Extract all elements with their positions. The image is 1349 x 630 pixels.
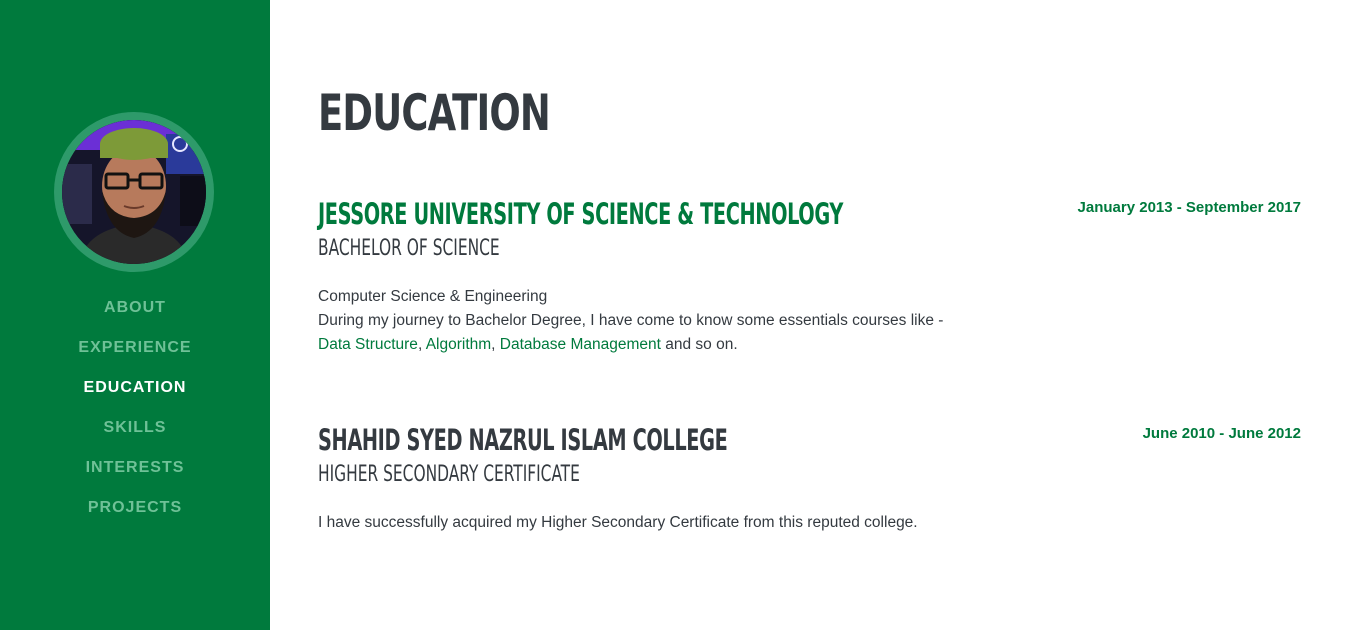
courses-suffix: and so on. xyxy=(660,336,738,353)
description-text: During my journey to Bachelor Degree, I … xyxy=(318,312,944,329)
education-entry-university: Jessore University of Science & Technolo… xyxy=(318,197,1301,357)
nav-item-about[interactable]: About xyxy=(0,296,270,336)
avatar-ring xyxy=(54,112,214,272)
degree-title: Higher Secondary Certificate xyxy=(318,462,580,487)
profile-photo-icon xyxy=(62,120,206,264)
page-title: Education xyxy=(318,84,551,142)
sidebar-nav: About Experience Education Skills Intere… xyxy=(0,296,270,536)
field-of-study: Computer Science & Engineering xyxy=(318,288,548,305)
course-link-algorithm[interactable]: Algorithm xyxy=(426,336,491,353)
institution-name: Shahid Syed Nazrul Islam College xyxy=(318,423,728,457)
course-link-database-management[interactable]: Database Management xyxy=(500,336,661,353)
nav-item-education[interactable]: Education xyxy=(0,376,270,416)
date-range: June 2010 - June 2012 xyxy=(1142,425,1301,442)
nav-item-projects[interactable]: Projects xyxy=(0,496,270,536)
sidebar: About Experience Education Skills Intere… xyxy=(0,0,270,630)
date-range: January 2013 - September 2017 xyxy=(1077,199,1301,216)
avatar[interactable] xyxy=(62,120,206,264)
entry-description: I have successfully acquired my Higher S… xyxy=(318,514,918,531)
nav-item-interests[interactable]: Interests xyxy=(0,456,270,496)
institution-name: Jessore University of Science & Technolo… xyxy=(318,197,843,231)
entry-description: Computer Science & Engineering During my… xyxy=(318,285,1301,357)
main-content: Education Jessore University of Science … xyxy=(318,0,1301,630)
nav-item-experience[interactable]: Experience xyxy=(0,336,270,376)
education-entry-college: Shahid Syed Nazrul Islam College Higher … xyxy=(318,423,1301,535)
degree-title: Bachelor of Science xyxy=(318,236,500,261)
courses-line: Data Structure, Algorithm, Database Mana… xyxy=(318,336,738,353)
course-link-data-structure[interactable]: Data Structure xyxy=(318,336,418,353)
nav-item-skills[interactable]: Skills xyxy=(0,416,270,456)
